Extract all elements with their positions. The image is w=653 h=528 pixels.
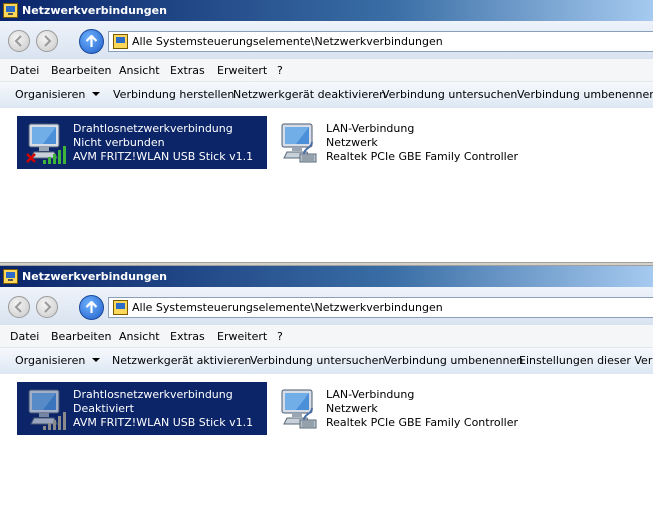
command-bar: Organisieren Netzwerkgerät aktivieren Ve… (0, 348, 653, 375)
diagnose-button[interactable]: Verbindung untersuchen (382, 88, 517, 101)
enable-device-button[interactable]: Netzwerkgerät aktivieren (112, 354, 251, 367)
connection-status: Netzwerk (326, 402, 378, 415)
connection-item-wlan[interactable]: Drahtlosnetzwerkverbindung Deaktiviert A… (17, 382, 267, 435)
rename-button[interactable]: Verbindung umbenennen (384, 354, 523, 367)
disable-device-button[interactable]: Netzwerkgerät deaktivieren (233, 88, 386, 101)
address-bar: Alle Systemsteuerungselemente\Netzwerkve… (0, 21, 653, 59)
menu-bearbeiten[interactable]: Bearbeiten (51, 64, 111, 77)
connections-list: Drahtlosnetzwerkverbindung Nicht verbund… (0, 108, 653, 262)
forward-arrow-icon (44, 35, 52, 47)
connections-list: Drahtlosnetzwerkverbindung Deaktiviert A… (0, 374, 653, 528)
window-title: Netzwerkverbindungen (22, 270, 167, 283)
forward-button[interactable] (36, 30, 58, 52)
wireless-disabled-icon (23, 386, 66, 430)
menu-help[interactable]: ? (277, 64, 283, 77)
network-connections-app-icon (3, 269, 18, 284)
connection-settings-button[interactable]: Einstellungen dieser Verbind (519, 354, 653, 367)
window-bottom: Netzwerkverbindungen Alle Systemsteuerun… (0, 266, 653, 528)
organize-button[interactable]: Organisieren (15, 88, 101, 101)
connection-device: Realtek PCIe GBE Family Controller (326, 150, 519, 163)
connection-name: Drahtlosnetzwerkverbindung (73, 388, 233, 401)
connection-item-lan[interactable]: LAN-Verbindung Netzwerk Realtek PCIe GBE… (270, 116, 530, 169)
connection-device: AVM FRITZ!WLAN USB Stick v1.1 (73, 150, 254, 163)
up-arrow-icon (85, 301, 98, 313)
back-arrow-icon (14, 301, 22, 313)
menu-bearbeiten[interactable]: Bearbeiten (51, 330, 111, 343)
connection-status: Netzwerk (326, 136, 378, 149)
wireless-disconnected-icon (26, 120, 66, 164)
connection-device: Realtek PCIe GBE Family Controller (326, 416, 519, 429)
menu-bar: Datei Bearbeiten Ansicht Extras Erweiter… (0, 59, 653, 82)
menu-extras[interactable]: Extras (170, 64, 205, 77)
menu-extras[interactable]: Extras (170, 330, 205, 343)
menu-datei[interactable]: Datei (10, 64, 39, 77)
up-button[interactable] (79, 295, 104, 320)
back-button[interactable] (8, 296, 30, 318)
menu-erweitert[interactable]: Erweitert (217, 64, 267, 77)
menu-ansicht[interactable]: Ansicht (119, 64, 160, 77)
control-panel-icon (113, 34, 128, 49)
connection-name: Drahtlosnetzwerkverbindung (73, 122, 233, 135)
address-field[interactable]: Alle Systemsteuerungselemente\Netzwerkve… (108, 31, 653, 52)
network-connections-app-icon (3, 3, 18, 18)
menu-bar: Datei Bearbeiten Ansicht Extras Erweiter… (0, 325, 653, 348)
diagnose-button[interactable]: Verbindung untersuchen (250, 354, 385, 367)
back-arrow-icon (14, 35, 22, 47)
connection-item-wlan[interactable]: Drahtlosnetzwerkverbindung Nicht verbund… (17, 116, 267, 169)
connection-name: LAN-Verbindung (326, 122, 415, 135)
forward-button[interactable] (36, 296, 58, 318)
chevron-down-icon (92, 358, 101, 362)
connection-name: LAN-Verbindung (326, 388, 415, 401)
up-button[interactable] (79, 29, 104, 54)
up-arrow-icon (85, 35, 98, 47)
control-panel-icon (113, 300, 128, 315)
organize-button[interactable]: Organisieren (15, 354, 101, 367)
menu-ansicht[interactable]: Ansicht (119, 330, 160, 343)
address-text: Alle Systemsteuerungselemente\Netzwerkve… (132, 35, 443, 48)
forward-arrow-icon (44, 301, 52, 313)
window-title: Netzwerkverbindungen (22, 4, 167, 17)
menu-datei[interactable]: Datei (10, 330, 39, 343)
menu-erweitert[interactable]: Erweitert (217, 330, 267, 343)
connection-status: Deaktiviert (73, 402, 134, 415)
back-button[interactable] (8, 30, 30, 52)
window-top: Netzwerkverbindungen Alle Systemsteuerun… (0, 0, 653, 262)
organize-label: Organisieren (15, 354, 86, 367)
lan-network-icon (276, 386, 317, 429)
menu-help[interactable]: ? (277, 330, 283, 343)
connection-device: AVM FRITZ!WLAN USB Stick v1.1 (73, 416, 254, 429)
chevron-down-icon (92, 92, 101, 96)
lan-network-icon (276, 120, 317, 163)
connection-item-lan[interactable]: LAN-Verbindung Netzwerk Realtek PCIe GBE… (270, 382, 530, 435)
organize-label: Organisieren (15, 88, 86, 101)
rename-button[interactable]: Verbindung umbenennen (517, 88, 653, 101)
connection-status: Nicht verbunden (73, 136, 165, 149)
title-bar[interactable]: Netzwerkverbindungen (0, 266, 653, 287)
title-bar[interactable]: Netzwerkverbindungen (0, 0, 653, 21)
address-field[interactable]: Alle Systemsteuerungselemente\Netzwerkve… (108, 297, 653, 318)
address-text: Alle Systemsteuerungselemente\Netzwerkve… (132, 301, 443, 314)
connect-button[interactable]: Verbindung herstellen (113, 88, 234, 101)
command-bar: Organisieren Verbindung herstellen Netzw… (0, 82, 653, 109)
address-bar: Alle Systemsteuerungselemente\Netzwerkve… (0, 287, 653, 325)
